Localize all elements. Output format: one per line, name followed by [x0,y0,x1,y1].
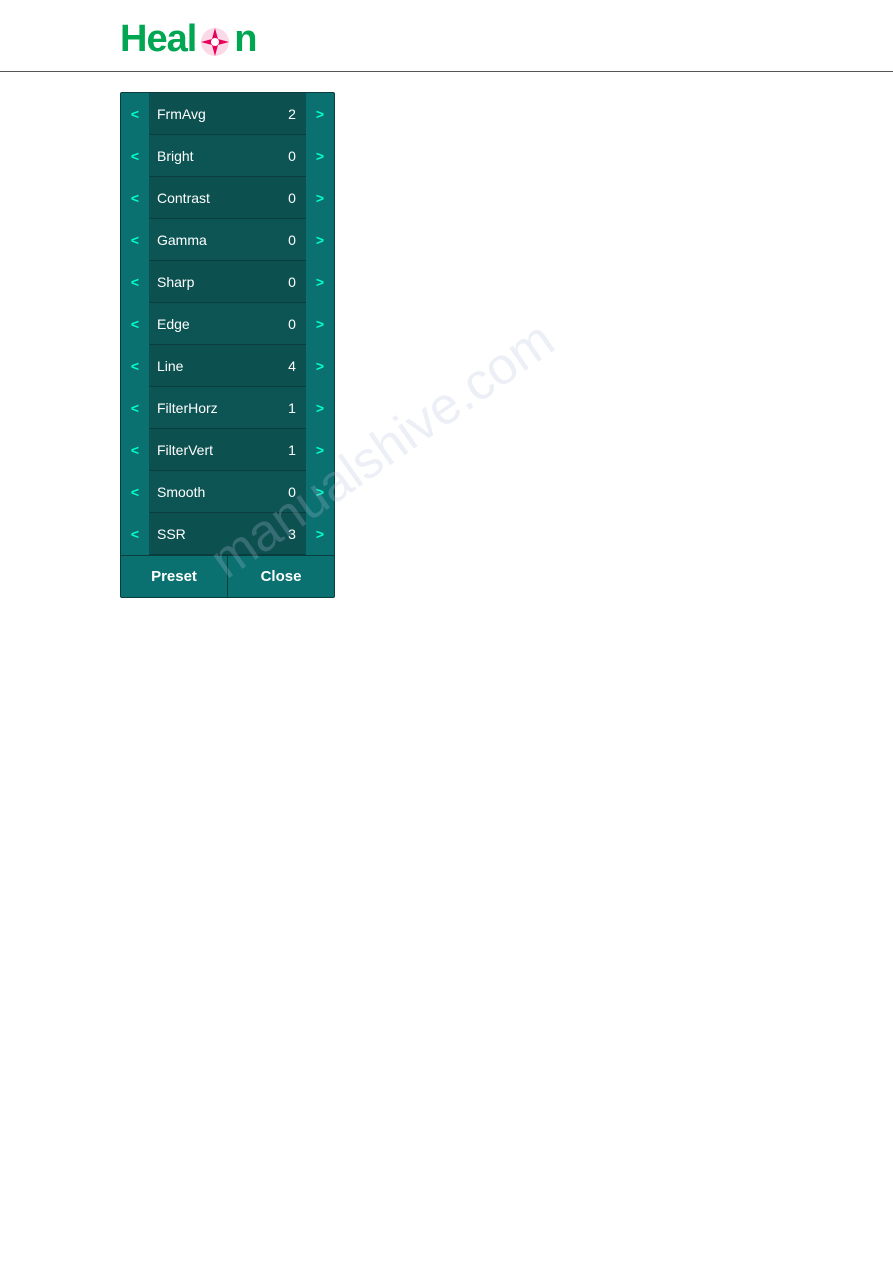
btn-right-sharp[interactable]: > [306,261,334,303]
value-contrast: 0 [278,190,306,206]
btn-left-smooth[interactable]: < [121,471,149,513]
panel-container: <FrmAvg2><Bright0><Contrast0><Gamma0><Sh… [0,92,893,598]
control-panel: <FrmAvg2><Bright0><Contrast0><Gamma0><Sh… [120,92,335,598]
btn-left-line[interactable]: < [121,345,149,387]
btn-left-contrast[interactable]: < [121,177,149,219]
control-row: <Line4> [121,345,334,387]
btn-left-filterhorz[interactable]: < [121,387,149,429]
control-row: <Edge0> [121,303,334,345]
control-row: <Sharp0> [121,261,334,303]
btn-right-frmavg[interactable]: > [306,93,334,135]
control-row: <Contrast0> [121,177,334,219]
label-ssr: SSR [149,526,278,542]
logo: Heal n [120,18,893,61]
value-gamma: 0 [278,232,306,248]
btn-right-line[interactable]: > [306,345,334,387]
btn-left-sharp[interactable]: < [121,261,149,303]
btn-left-ssr[interactable]: < [121,513,149,555]
value-bright: 0 [278,148,306,164]
control-row: <FrmAvg2> [121,93,334,135]
label-sharp: Sharp [149,274,278,290]
btn-right-ssr[interactable]: > [306,513,334,555]
btn-right-filtervert[interactable]: > [306,429,334,471]
header: Heal n [0,0,893,72]
label-frmavg: FrmAvg [149,106,278,122]
value-sharp: 0 [278,274,306,290]
btn-right-edge[interactable]: > [306,303,334,345]
footer-row: PresetClose [121,555,334,597]
label-bright: Bright [149,148,278,164]
btn-right-smooth[interactable]: > [306,471,334,513]
control-row: <Bright0> [121,135,334,177]
label-filterhorz: FilterHorz [149,400,278,416]
preset-button[interactable]: Preset [121,556,228,597]
logo-icon [198,25,232,59]
control-row: <FilterHorz1> [121,387,334,429]
label-smooth: Smooth [149,484,278,500]
value-filterhorz: 1 [278,400,306,416]
control-row: <SSR3> [121,513,334,555]
control-row: <Smooth0> [121,471,334,513]
btn-left-bright[interactable]: < [121,135,149,177]
btn-right-bright[interactable]: > [306,135,334,177]
close-button[interactable]: Close [228,556,334,597]
control-row: <FilterVert1> [121,429,334,471]
value-ssr: 3 [278,526,306,542]
value-smooth: 0 [278,484,306,500]
label-contrast: Contrast [149,190,278,206]
label-line: Line [149,358,278,374]
btn-left-gamma[interactable]: < [121,219,149,261]
value-frmavg: 2 [278,106,306,122]
btn-right-contrast[interactable]: > [306,177,334,219]
label-filtervert: FilterVert [149,442,278,458]
logo-text: Heal [120,18,196,61]
control-row: <Gamma0> [121,219,334,261]
label-gamma: Gamma [149,232,278,248]
btn-right-filterhorz[interactable]: > [306,387,334,429]
btn-right-gamma[interactable]: > [306,219,334,261]
label-edge: Edge [149,316,278,332]
value-edge: 0 [278,316,306,332]
value-line: 4 [278,358,306,374]
btn-left-edge[interactable]: < [121,303,149,345]
value-filtervert: 1 [278,442,306,458]
btn-left-filtervert[interactable]: < [121,429,149,471]
btn-left-frmavg[interactable]: < [121,93,149,135]
logo-text-after: n [234,18,256,61]
